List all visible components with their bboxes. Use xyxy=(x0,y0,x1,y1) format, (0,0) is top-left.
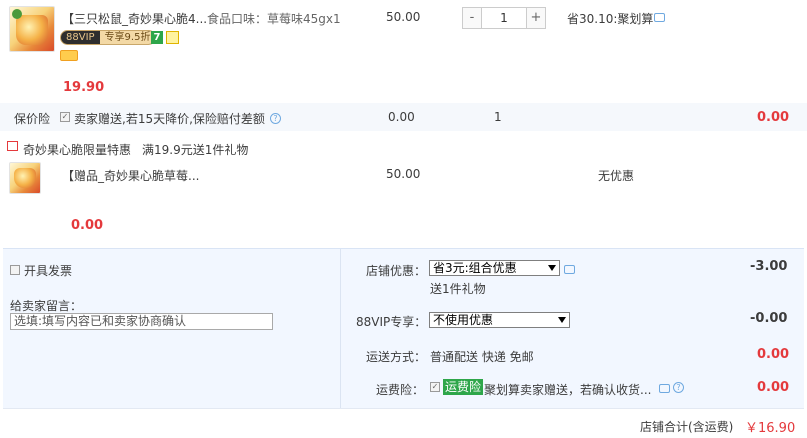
vip-value: 不使用优惠 xyxy=(433,313,494,327)
product-thumbnail[interactable] xyxy=(9,6,55,52)
shipping-label: 运送方式： xyxy=(366,350,427,364)
chevron-down-icon xyxy=(558,317,566,323)
gift-title[interactable]: 【赠品_奇妙果心脆草莓... xyxy=(62,167,199,184)
gift-discount-text: 无优惠 xyxy=(598,169,635,183)
shop-discount-chat-icon[interactable] xyxy=(564,265,575,274)
shop-discount-select[interactable]: 省3元:组合优惠 xyxy=(429,260,560,276)
quantity-increase-button[interactable]: + xyxy=(527,8,545,28)
freight-insurance-desc: 聚划算卖家赠送，若确认收货... xyxy=(484,383,652,397)
gift-icon xyxy=(7,141,18,151)
shipping-amount: 0.00 xyxy=(757,347,790,362)
protection-help-icon[interactable]: ? xyxy=(270,113,281,124)
shipping-value: 普通配送 快递 免邮 xyxy=(430,350,534,364)
vip-select[interactable]: 不使用优惠 xyxy=(429,312,570,328)
gift-price: 50.00 xyxy=(386,167,421,181)
freight-insurance-label: 运费险： xyxy=(376,383,425,397)
vip-badge-offer: 专享9.5折 xyxy=(99,31,156,44)
shop-discount-amount: -3.00 xyxy=(750,259,788,274)
item-final-price: 19.90 xyxy=(63,80,105,95)
quantity-stepper[interactable]: - 1 + xyxy=(462,7,546,29)
seven-day-return-icon: 7 xyxy=(151,31,163,44)
freight-chat-icon[interactable] xyxy=(659,384,670,393)
freight-help-icon[interactable]: ? xyxy=(673,382,684,393)
shop-discount-value: 省3元:组合优惠 xyxy=(433,261,517,275)
promo-desc: 满19.9元送1件礼物 xyxy=(142,143,249,157)
invoice-label[interactable]: 开具发票 xyxy=(24,262,72,279)
shop-discount-sub: 送1件礼物 xyxy=(430,282,486,296)
gift-thumbnail[interactable] xyxy=(9,162,41,194)
promo-title: 奇妙果心脆限量特惠 xyxy=(23,143,132,157)
product-image xyxy=(16,15,48,45)
chevron-down-icon xyxy=(548,265,556,271)
gift-image xyxy=(14,168,36,188)
vip-badge-brand: 88VIP xyxy=(66,32,95,43)
shop-total-label: 店铺合计(含运费) xyxy=(640,420,734,434)
item-unit-price: 50.00 xyxy=(386,10,421,24)
credit-card-icon xyxy=(60,50,78,61)
quantity-input[interactable]: 1 xyxy=(481,8,527,28)
protection-price: 0.00 xyxy=(388,110,415,124)
vip-label: 88VIP专享： xyxy=(356,315,427,329)
vip-discount-badge: 88VIP 专享9.5折 xyxy=(60,30,157,45)
brand-logo-icon xyxy=(12,9,22,19)
product-title[interactable]: 【三只松鼠_奇妙果心脆4... xyxy=(62,10,207,27)
panel-divider xyxy=(340,249,341,408)
message-placeholder: 选填:填写内容已和卖家协商确认 xyxy=(14,314,187,328)
shop-discount-label: 店铺优惠： xyxy=(366,264,427,278)
message-input[interactable]: 选填:填写内容已和卖家协商确认 xyxy=(10,313,273,330)
guarantee-icon xyxy=(166,31,179,44)
product-sku: 食品口味：草莓味45gx1 xyxy=(207,12,341,26)
message-label: 给卖家留言： xyxy=(10,299,83,313)
protection-label: 保价险 xyxy=(14,112,51,126)
freight-insurance-amount: 0.00 xyxy=(757,380,790,395)
item-discount-text: 省30.10:聚划算 xyxy=(567,12,654,26)
quantity-decrease-button[interactable]: - xyxy=(463,8,481,28)
invoice-checkbox[interactable] xyxy=(10,265,20,275)
shop-total-amount: ￥16.90 xyxy=(745,421,796,436)
freight-insurance-checkbox[interactable]: ✓ xyxy=(430,382,440,392)
gift-final-price: 0.00 xyxy=(71,218,104,233)
protection-total: 0.00 xyxy=(757,110,790,125)
discount-chat-icon[interactable] xyxy=(654,13,665,22)
protection-qty: 1 xyxy=(494,110,502,124)
protection-desc: 卖家赠送,若15天降价,保险赔付差额 xyxy=(74,112,265,126)
vip-amount: -0.00 xyxy=(750,311,788,326)
panel-bottom-border xyxy=(3,408,804,409)
freight-insurance-tag: 运费险 xyxy=(443,379,484,395)
protection-checkbox[interactable]: ✓ xyxy=(60,112,70,122)
